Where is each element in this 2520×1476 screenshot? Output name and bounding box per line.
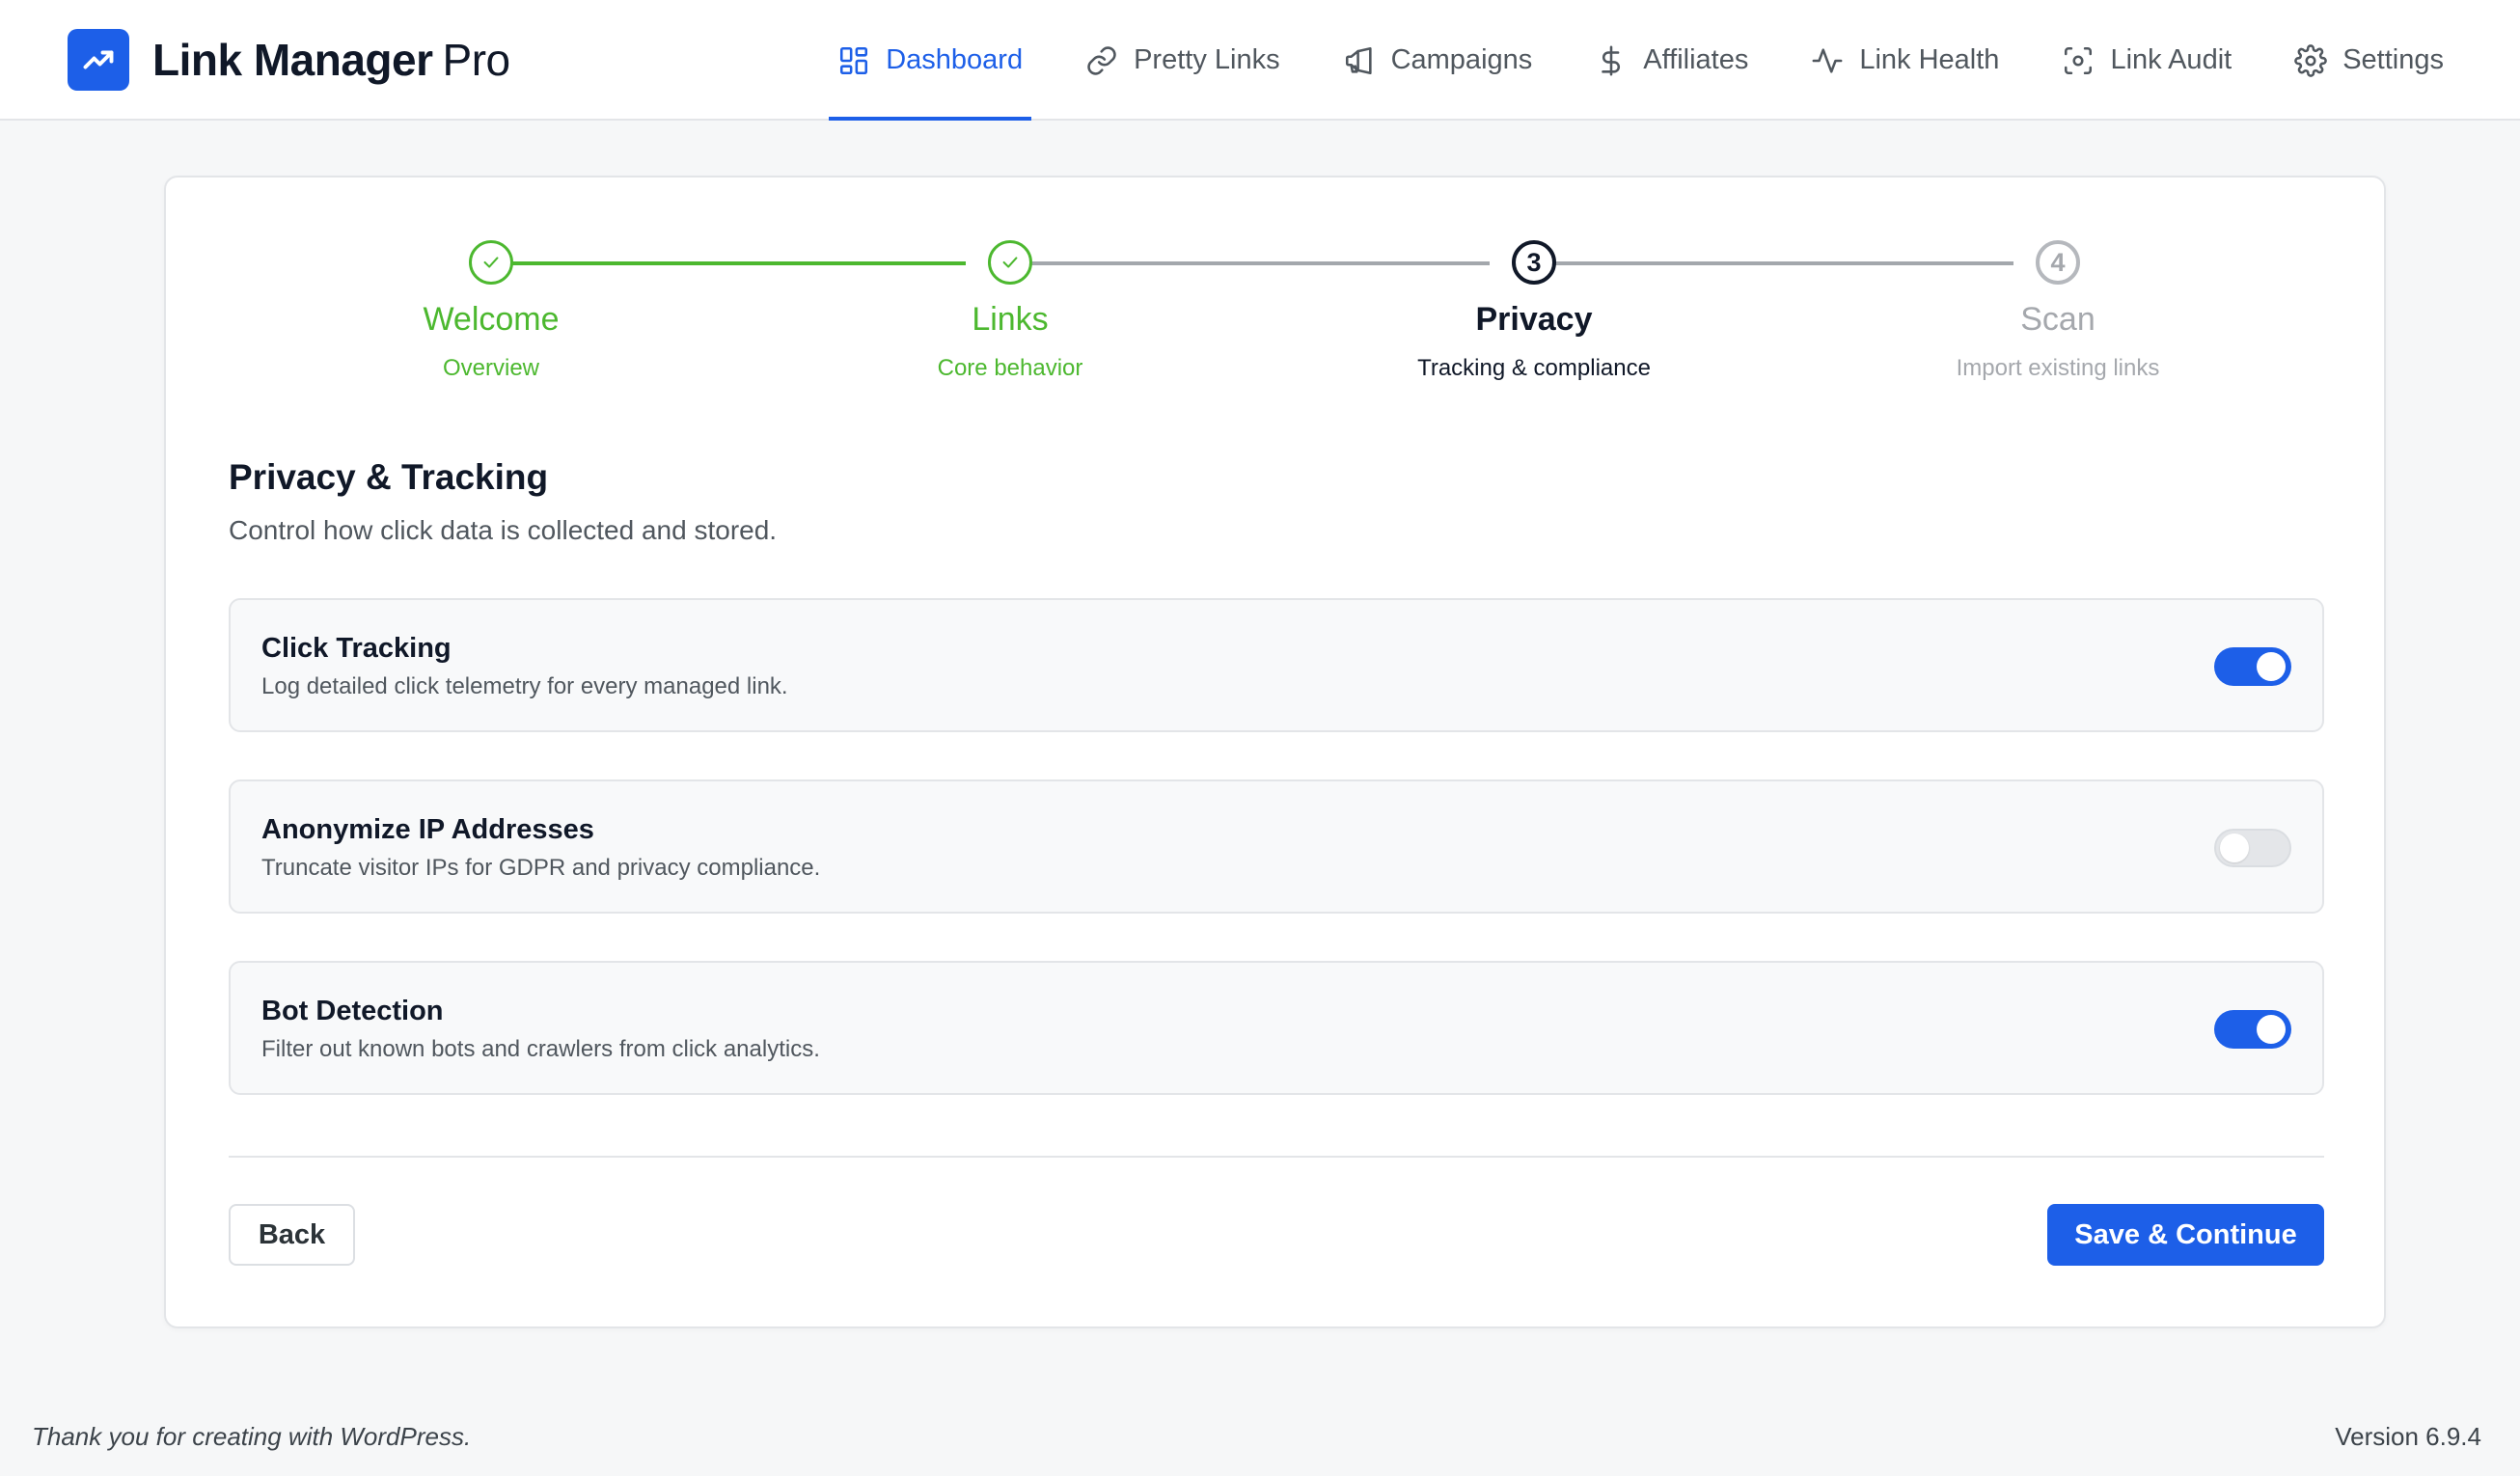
setup-wizard-card: 3 4 Welcome Overview Links Core behavior… — [164, 176, 2386, 1328]
footer-thanks: Thank you for creating with WordPress. — [32, 1422, 472, 1451]
setting-bot-detection: Bot Detection Filter out known bots and … — [229, 961, 2324, 1095]
logo-trending-up-icon[interactable] — [68, 29, 129, 91]
dollar-icon — [1602, 45, 1621, 75]
nav-settings-label: Settings — [2342, 44, 2444, 75]
link-icon — [1087, 45, 1116, 75]
top-navigation-bar: Link Manager Pro Dashboard Pretty Links … — [0, 0, 2520, 121]
setting-description: Log detailed click telemetry for every m… — [261, 673, 788, 699]
brand-name-suffix: Pro — [442, 35, 511, 85]
brand-name[interactable]: Link Manager Pro — [152, 29, 510, 91]
step-2-title: Links — [972, 301, 1049, 338]
megaphone-icon — [1345, 46, 1372, 74]
step-4-title: Scan — [2020, 301, 2095, 338]
footer-version: Version 6.9.4 — [2335, 1422, 2481, 1451]
main-nav: Dashboard Pretty Links Campaigns Affilia… — [783, 0, 2452, 121]
nav-dashboard-label: Dashboard — [886, 44, 1024, 75]
toggle-knob — [2257, 1015, 2286, 1044]
nav-campaigns-label: Campaigns — [1390, 44, 1533, 75]
scan-icon — [2065, 46, 2093, 74]
step-1-title: Welcome — [423, 301, 560, 338]
step-connector-complete — [491, 261, 966, 265]
nav-settings[interactable]: Settings — [2286, 0, 2452, 121]
section-description: Control how click data is collected and … — [229, 515, 778, 545]
nav-link-audit[interactable]: Link Audit — [2053, 0, 2240, 121]
anonymize-ip-toggle[interactable] — [2214, 829, 2291, 867]
click-tracking-toggle[interactable] — [2214, 647, 2291, 686]
step-connector — [1534, 261, 2013, 265]
actions-divider — [229, 1156, 2324, 1158]
setting-title: Bot Detection — [261, 996, 444, 1026]
toggle-knob — [2257, 652, 2286, 681]
setting-click-tracking: Click Tracking Log detailed click teleme… — [229, 598, 2324, 732]
setting-title: Anonymize IP Addresses — [261, 814, 594, 845]
setting-description: Filter out known bots and crawlers from … — [261, 1036, 820, 1062]
pulse-icon — [1812, 47, 1843, 73]
nav-pretty-links[interactable]: Pretty Links — [1077, 0, 1289, 121]
toggle-knob — [2220, 834, 2249, 862]
nav-link-health-label: Link Health — [1859, 44, 2000, 75]
nav-pretty-links-label: Pretty Links — [1134, 44, 1280, 75]
section-title: Privacy & Tracking — [229, 457, 549, 497]
step-1-subtitle: Overview — [442, 355, 540, 381]
step-connector — [1010, 261, 1490, 265]
step-2-subtitle: Core behavior — [937, 355, 1083, 381]
dashboard-grid-icon — [840, 46, 868, 74]
step-3-subtitle: Tracking & compliance — [1417, 355, 1651, 381]
bot-detection-toggle[interactable] — [2214, 1010, 2291, 1049]
nav-dashboard[interactable]: Dashboard — [829, 0, 1031, 121]
nav-campaigns[interactable]: Campaigns — [1334, 0, 1542, 121]
brand-name-bold: Link Manager — [152, 35, 433, 85]
wizard-stepper: 3 4 Welcome Overview Links Core behavior… — [166, 178, 2384, 409]
back-button[interactable]: Back — [229, 1204, 355, 1266]
step-3-current-circle[interactable]: 3 — [1512, 240, 1556, 285]
setting-description: Truncate visitor IPs for GDPR and privac… — [261, 855, 821, 881]
step-4-upcoming-circle[interactable]: 4 — [2036, 240, 2080, 285]
step-4-subtitle: Import existing links — [1956, 355, 2160, 381]
nav-affiliates[interactable]: Affiliates — [1586, 0, 1757, 121]
setting-anonymize-ip: Anonymize IP Addresses Truncate visitor … — [229, 779, 2324, 914]
step-2-complete-check-icon[interactable] — [988, 240, 1032, 285]
nav-link-health[interactable]: Link Health — [1802, 0, 2008, 121]
gear-icon — [2294, 43, 2327, 77]
setting-title: Click Tracking — [261, 633, 452, 664]
nav-affiliates-label: Affiliates — [1643, 44, 1749, 75]
step-1-complete-check-icon[interactable] — [469, 240, 513, 285]
step-3-title: Privacy — [1475, 301, 1593, 338]
save-and-continue-button[interactable]: Save & Continue — [2047, 1204, 2324, 1266]
nav-link-audit-label: Link Audit — [2110, 44, 2232, 75]
